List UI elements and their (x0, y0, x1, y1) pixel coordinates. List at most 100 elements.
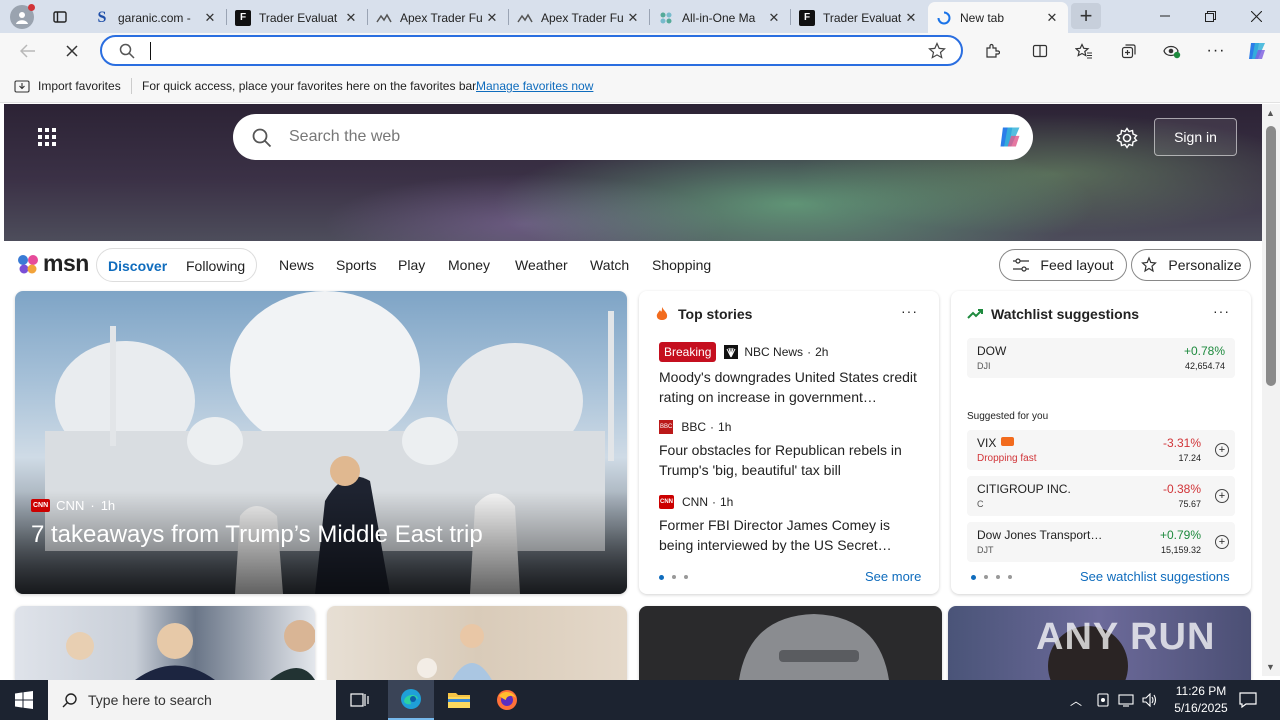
more-options-icon[interactable]: ··· (1204, 40, 1228, 62)
chart-trend-icon (967, 309, 983, 319)
new-tab-button[interactable]: + (1071, 3, 1101, 29)
personalize-label: Personalize (1168, 257, 1242, 273)
tab-new-tab[interactable]: New tab ✕ (928, 2, 1068, 33)
quote-ticker: DJI (977, 361, 991, 371)
tab-following[interactable]: Following (186, 258, 245, 274)
see-more-link[interactable]: See more (865, 569, 921, 584)
web-search-box[interactable]: Search the web (233, 114, 1033, 160)
clock-date[interactable]: 5/16/2025 (1166, 701, 1236, 715)
address-bar[interactable] (100, 35, 963, 66)
feed-layout-button[interactable]: Feed layout (999, 249, 1127, 281)
volume-icon[interactable] (1140, 691, 1160, 709)
quote-row-dow[interactable]: DOW DJI +0.78% 42,654.74 (967, 338, 1235, 378)
extensions-icon[interactable] (980, 40, 1004, 62)
more-options-icon[interactable]: ··· (901, 303, 918, 319)
tab-discover[interactable]: Discover (108, 258, 167, 274)
file-explorer-icon[interactable] (436, 680, 482, 720)
personalize-button[interactable]: Personalize (1131, 249, 1251, 281)
quote-row-vix[interactable]: VIX Dropping fast -3.31% 17.24 + (967, 430, 1235, 470)
tab-apex-trader[interactable]: Apex Trader Fu ✕ (368, 2, 508, 33)
carousel-dots[interactable] (659, 575, 688, 580)
watchlist-title[interactable]: Watchlist suggestions (991, 306, 1139, 322)
quote-value: 42,654.74 (1184, 361, 1225, 371)
nav-watch[interactable]: Watch (590, 257, 629, 273)
sign-in-button[interactable]: Sign in (1154, 118, 1237, 156)
see-watchlist-link[interactable]: See watchlist suggestions (1080, 569, 1230, 584)
tab-trader-evaluation[interactable]: F Trader Evaluat ✕ (227, 2, 367, 33)
tab-actions-icon[interactable] (50, 7, 70, 27)
close-icon[interactable]: ✕ (202, 10, 218, 26)
close-icon[interactable]: ✕ (343, 10, 359, 26)
carousel-dots[interactable] (971, 575, 1012, 580)
task-view-icon[interactable] (340, 680, 380, 720)
nav-sports[interactable]: Sports (336, 257, 376, 273)
add-to-watchlist-icon[interactable]: + (1215, 489, 1229, 503)
windows-start-icon[interactable] (0, 680, 48, 720)
profile-icon[interactable] (10, 4, 35, 29)
nav-money[interactable]: Money (448, 257, 490, 273)
network-security-icon[interactable] (1094, 691, 1112, 709)
feed-pills: Discover Following (96, 248, 257, 282)
close-icon[interactable]: ✕ (625, 10, 641, 26)
more-options-icon[interactable]: ··· (1213, 303, 1230, 319)
manage-favorites-link[interactable]: Manage favorites now (476, 79, 593, 93)
nav-play[interactable]: Play (398, 257, 425, 273)
split-screen-icon[interactable] (1028, 40, 1052, 62)
chevron-up-icon[interactable]: ︿ (1070, 692, 1082, 709)
copilot-icon[interactable] (995, 123, 1025, 151)
notifications-icon[interactable] (1236, 690, 1260, 710)
news-card-photo[interactable] (639, 606, 942, 680)
import-favorites-button[interactable]: Import favorites (38, 79, 121, 93)
news-card-photo[interactable] (15, 606, 315, 680)
tab-garanic[interactable]: S garanic.com - ✕ (86, 2, 226, 33)
nav-weather[interactable]: Weather (515, 257, 568, 273)
add-to-watchlist-icon[interactable]: + (1215, 535, 1229, 549)
taskbar-search-box[interactable]: Type here to search (48, 680, 336, 720)
news-card-photo[interactable] (327, 606, 627, 680)
story-headline[interactable]: Four obstacles for Republican rebels in … (659, 440, 924, 480)
story-source-name: BBC (681, 420, 707, 434)
tab-trader-evaluation-2[interactable]: F Trader Evaluat ✕ (791, 2, 927, 33)
close-icon[interactable]: ✕ (1044, 10, 1060, 26)
copilot-icon[interactable] (1244, 39, 1270, 63)
quote-row-citigroup[interactable]: CITIGROUP INC. C -0.38% 75.67 + (967, 476, 1235, 516)
watchlist-card: Watchlist suggestions ··· DOW DJI +0.78%… (951, 291, 1251, 594)
network-icon[interactable] (1116, 691, 1136, 709)
back-icon[interactable] (16, 40, 40, 62)
import-favorites-icon (14, 78, 30, 94)
main-story-headline[interactable]: 7 takeaways from Trump’s Middle East tri… (31, 521, 483, 549)
page-scrollbar[interactable]: ▲ ▼ (1262, 104, 1280, 676)
add-to-watchlist-icon[interactable]: + (1215, 443, 1229, 457)
stop-loading-icon[interactable] (60, 40, 84, 62)
nav-shopping[interactable]: Shopping (652, 257, 711, 273)
favorites-icon[interactable] (1072, 40, 1096, 62)
top-stories-title[interactable]: Top stories (678, 306, 752, 322)
star-icon[interactable] (927, 41, 947, 61)
address-input[interactable] (150, 42, 152, 60)
news-card-photo[interactable]: ANY RUN (948, 606, 1251, 680)
settings-gear-icon[interactable] (1114, 125, 1140, 151)
scrollbar-thumb[interactable] (1266, 126, 1276, 386)
minimize-button[interactable] (1145, 4, 1185, 28)
nav-news[interactable]: News (279, 257, 314, 273)
browser-essentials-icon[interactable] (1160, 40, 1184, 62)
tab-all-in-one[interactable]: All-in-One Ma ✕ (650, 2, 790, 33)
favorites-hint: For quick access, place your favorites h… (142, 79, 479, 93)
close-icon[interactable]: ✕ (484, 10, 500, 26)
msn-logo[interactable]: msn (16, 250, 89, 277)
main-story-card[interactable]: CNN CNN · 1h 7 takeaways from Trump’s Mi… (15, 291, 627, 594)
firefox-icon[interactable] (484, 680, 530, 720)
close-window-button[interactable] (1236, 4, 1276, 28)
apps-grid-icon[interactable] (38, 128, 56, 146)
tab-apex-trader-2[interactable]: Apex Trader Fu ✕ (509, 2, 649, 33)
clock-time[interactable]: 11:26 PM (1170, 684, 1232, 698)
close-icon[interactable]: ✕ (766, 10, 782, 26)
collections-icon[interactable] (1117, 40, 1141, 62)
quote-row-djt[interactable]: Dow Jones Transport… DJT +0.79% 15,159.3… (967, 522, 1235, 562)
close-icon[interactable]: ✕ (903, 10, 919, 26)
favorites-bar: Import favorites For quick access, place… (0, 71, 1280, 103)
restore-button[interactable] (1190, 4, 1230, 28)
story-headline[interactable]: Former FBI Director James Comey is being… (659, 515, 924, 555)
edge-taskbar-icon[interactable] (388, 680, 434, 720)
story-headline[interactable]: Moody's downgrades United States credit … (659, 367, 924, 407)
